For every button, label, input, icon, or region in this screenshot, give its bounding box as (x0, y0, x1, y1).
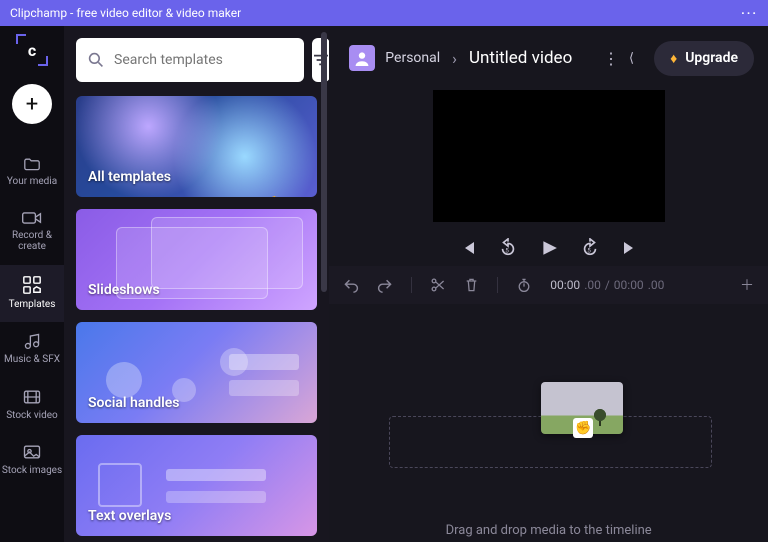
window-title: Clipchamp - free video editor & video ma… (10, 6, 241, 20)
skip-forward-icon[interactable] (622, 240, 638, 256)
window-titlebar: Clipchamp - free video editor & video ma… (0, 0, 768, 26)
more-options-icon[interactable]: ⋮ (603, 49, 619, 68)
dragging-media-thumb[interactable]: ✊ (541, 382, 623, 434)
undo-icon[interactable] (343, 277, 359, 293)
stopwatch-icon[interactable] (516, 277, 532, 293)
template-label: All templates (88, 169, 171, 185)
film-icon (22, 388, 42, 406)
chevron-right-icon: › (450, 49, 459, 68)
panel-scrollbar[interactable] (321, 32, 327, 292)
template-text-overlays[interactable]: Text overlays (76, 435, 317, 536)
add-media-button[interactable]: + (12, 84, 52, 124)
grab-cursor-icon: ✊ (573, 418, 593, 438)
nav-record-create[interactable]: Record & create (0, 200, 64, 265)
nav-your-media[interactable]: Your media (0, 146, 64, 200)
workspace-name[interactable]: Personal (385, 50, 440, 66)
upgrade-label: Upgrade (685, 50, 738, 66)
svg-text:5: 5 (505, 247, 509, 255)
templates-icon (22, 275, 42, 295)
music-icon (23, 332, 41, 350)
skip-back-icon[interactable] (460, 240, 476, 256)
app-logo: c (16, 34, 48, 66)
folder-icon (22, 156, 42, 172)
workspace-avatar[interactable] (349, 45, 375, 71)
template-slideshows[interactable]: Slideshows (76, 209, 317, 310)
timecode-display: 00:00.00 / 00:00.00 (550, 278, 664, 292)
playback-controls: 5 5 (329, 222, 768, 266)
templates-panel: All templates ✋ Slideshows Social handle… (64, 26, 329, 542)
diamond-icon: ♦ (670, 50, 677, 67)
current-frames: .00 (584, 278, 601, 292)
upgrade-button[interactable]: ♦ Upgrade (654, 41, 754, 76)
play-icon[interactable] (540, 239, 558, 257)
add-track-button[interactable]: ＋ (740, 275, 754, 295)
video-title-input[interactable] (469, 48, 589, 68)
nav-label: Stock images (2, 465, 62, 477)
nav-label: Record & create (0, 230, 64, 253)
template-social-handles[interactable]: Social handles (76, 322, 317, 423)
settings-toggle-icon[interactable]: ⟨ (629, 51, 634, 66)
nav-music-sfx[interactable]: Music & SFX (0, 322, 64, 378)
search-icon (88, 52, 104, 68)
timeline-hint: Drag and drop media to the timeline (329, 523, 768, 538)
nav-label: Music & SFX (4, 354, 60, 366)
template-label: Text overlays (88, 508, 171, 524)
current-time: 00:00 (550, 278, 580, 292)
main-editor: Personal › ⋮ ⟨ ♦ Upgrade 5 5 (329, 26, 768, 542)
video-preview[interactable] (433, 90, 665, 222)
nav-label: Stock video (6, 410, 58, 422)
nav-stock-video[interactable]: Stock video (0, 378, 64, 434)
window-menu-icon[interactable]: ··· (741, 6, 758, 20)
nav-label: Templates (9, 299, 56, 311)
template-label: Slideshows (88, 282, 160, 298)
person-icon (354, 50, 370, 66)
cursor-icon: ✋ (266, 196, 283, 197)
editor-header: Personal › ⋮ ⟨ ♦ Upgrade (329, 26, 768, 90)
total-time: 00:00 (614, 278, 644, 292)
search-templates[interactable] (76, 38, 304, 82)
image-icon (22, 443, 42, 461)
redo-icon[interactable] (377, 277, 393, 293)
template-category-list: All templates ✋ Slideshows Social handle… (76, 96, 317, 536)
camera-icon (21, 210, 43, 226)
split-icon[interactable] (430, 277, 446, 293)
nav-stock-images[interactable]: Stock images (0, 433, 64, 489)
left-nav: c + Your media Record & create Templates… (0, 26, 64, 542)
trash-icon[interactable] (464, 277, 479, 293)
nav-templates[interactable]: Templates (0, 265, 64, 323)
timeline-toolbar: 00:00.00 / 00:00.00 ＋ (329, 266, 768, 304)
forward-5-icon[interactable]: 5 (580, 238, 600, 258)
search-input[interactable] (114, 52, 292, 68)
timeline-area[interactable]: ✊ Drag and drop media to the timeline (329, 304, 768, 542)
nav-label: Your media (7, 176, 57, 188)
rewind-5-icon[interactable]: 5 (498, 238, 518, 258)
total-frames: .00 (648, 278, 665, 292)
svg-text:5: 5 (587, 247, 591, 255)
template-all[interactable]: All templates ✋ (76, 96, 317, 197)
template-label: Social handles (88, 395, 179, 411)
